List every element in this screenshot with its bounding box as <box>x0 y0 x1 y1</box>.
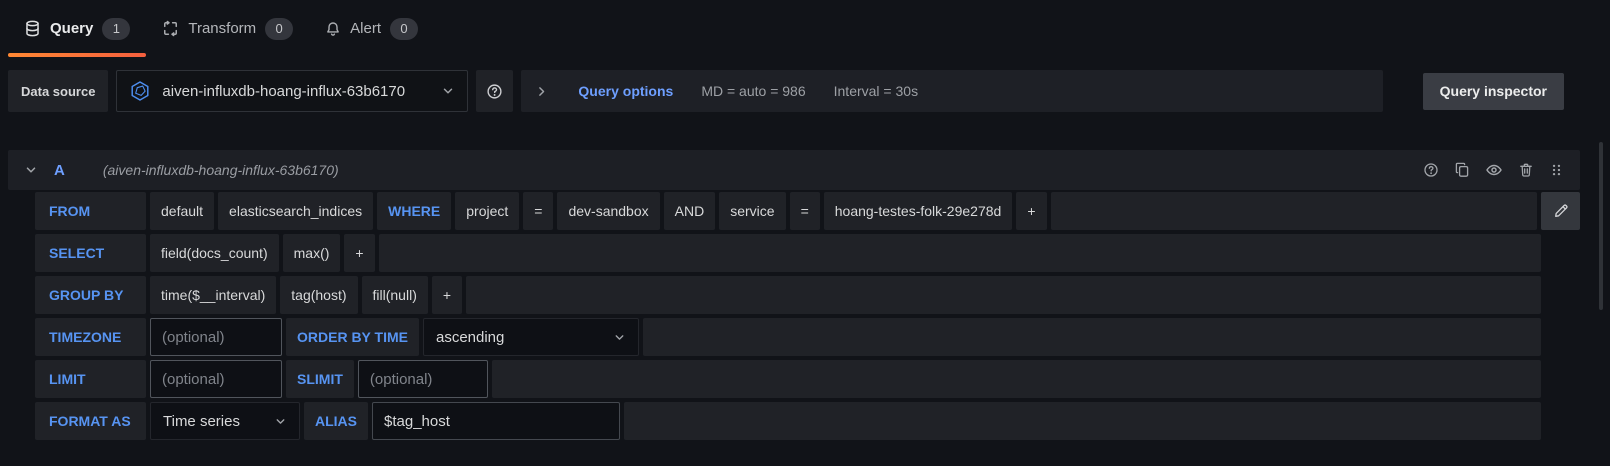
toggle-query-visibility-button[interactable] <box>1485 161 1503 179</box>
influxdb-logo-icon <box>129 80 151 102</box>
where-operator-2-segment[interactable]: = <box>790 192 820 230</box>
group-by-add-part-button[interactable]: + <box>432 276 462 314</box>
group-by-time-segment[interactable]: time($__interval) <box>150 276 276 314</box>
alias-input[interactable] <box>372 402 620 440</box>
timezone-row: TIMEZONE ORDER BY TIME ascending <box>35 318 1541 356</box>
measurement-segment[interactable]: elasticsearch_indices <box>218 192 373 230</box>
select-row: SELECT field(docs_count) max() + <box>35 234 1541 272</box>
query-help-button[interactable] <box>1423 162 1439 178</box>
limit-row: LIMIT SLIMIT <box>35 360 1541 398</box>
retention-policy-segment[interactable]: default <box>150 192 214 230</box>
group-by-fill-segment[interactable]: fill(null) <box>362 276 428 314</box>
alias-label: ALIAS <box>304 402 368 440</box>
group-by-label: GROUP BY <box>35 276 146 314</box>
order-by-time-label: ORDER BY TIME <box>286 318 419 356</box>
query-datasource-hint: (aiven-influxdb-hoang-influx-63b6170) <box>103 162 339 178</box>
query-ref-id: A <box>54 162 65 179</box>
where-condition-segment[interactable]: AND <box>664 192 716 230</box>
tab-alert-label: Alert <box>350 20 381 37</box>
format-as-select[interactable]: Time series <box>150 402 300 440</box>
format-as-value: Time series <box>163 413 240 430</box>
drag-handle-icon <box>1549 162 1564 178</box>
copy-icon <box>1454 162 1470 178</box>
where-tag-value-2-segment[interactable]: hoang-testes-folk-29e278d <box>824 192 1013 230</box>
group-by-row-filler <box>466 276 1541 314</box>
tab-transform-count-badge: 0 <box>265 18 293 40</box>
select-aggregation-segment[interactable]: max() <box>283 234 341 272</box>
from-row-filler <box>1051 192 1538 230</box>
limit-input[interactable] <box>150 360 282 398</box>
tab-query-count-badge: 1 <box>102 18 130 40</box>
datasource-label: Data source <box>8 70 108 112</box>
chevron-down-icon <box>613 331 626 344</box>
timezone-row-filler <box>643 318 1541 356</box>
panel-editor-tab-bar: Query 1 Transform 0 Alert 0 <box>0 0 1610 57</box>
eye-icon <box>1485 161 1503 179</box>
drag-query-handle[interactable] <box>1549 162 1564 178</box>
order-by-time-select[interactable]: ascending <box>423 318 639 356</box>
limit-row-filler <box>492 360 1541 398</box>
delete-query-button[interactable] <box>1518 162 1534 178</box>
query-toolbar: Data source aiven-influxdb-hoang-influx-… <box>8 70 1564 112</box>
influxql-query-builder: FROM default elasticsearch_indices WHERE… <box>35 192 1580 440</box>
format-as-row-filler <box>624 402 1541 440</box>
query-a-header[interactable]: A (aiven-influxdb-hoang-influx-63b6170) <box>8 150 1580 190</box>
datasource-help-button[interactable] <box>476 70 513 112</box>
question-circle-icon <box>486 83 503 100</box>
select-label: SELECT <box>35 234 146 272</box>
max-data-points-value: MD = auto = 986 <box>701 83 805 99</box>
select-row-filler <box>379 234 1541 272</box>
tab-transform-label: Transform <box>188 20 256 37</box>
datasource-name: aiven-influxdb-hoang-influx-63b6170 <box>162 83 430 100</box>
tab-query[interactable]: Query 1 <box>8 0 146 57</box>
timezone-label: TIMEZONE <box>35 318 146 356</box>
from-row: FROM default elasticsearch_indices WHERE… <box>35 192 1580 230</box>
transform-icon <box>162 20 179 37</box>
where-tag-key-2-segment[interactable]: service <box>719 192 785 230</box>
where-operator-1-segment[interactable]: = <box>523 192 553 230</box>
where-add-condition-button[interactable]: + <box>1016 192 1046 230</box>
database-icon <box>24 20 41 37</box>
where-tag-key-1-segment[interactable]: project <box>455 192 519 230</box>
order-by-time-value: ascending <box>436 329 504 346</box>
chevron-right-icon <box>535 85 548 98</box>
query-options-label: Query options <box>578 83 673 99</box>
group-by-row: GROUP BY time($__interval) tag(host) fil… <box>35 276 1541 314</box>
chevron-down-icon[interactable] <box>24 163 38 177</box>
chevron-down-icon <box>441 84 455 98</box>
query-options-bar[interactable]: Query options MD = auto = 986 Interval =… <box>521 70 1382 112</box>
grafana-query-editor-screen: { "tabs": [ { "label": "Query", "count":… <box>0 0 1610 466</box>
tab-alert[interactable]: Alert 0 <box>309 0 434 57</box>
tab-transform[interactable]: Transform 0 <box>146 0 309 57</box>
slimit-label: SLIMIT <box>286 360 354 398</box>
pencil-icon <box>1553 203 1569 219</box>
where-label: WHERE <box>377 192 451 230</box>
select-add-part-button[interactable]: + <box>344 234 374 272</box>
timezone-input[interactable] <box>150 318 282 356</box>
query-inspector-button[interactable]: Query inspector <box>1423 73 1564 110</box>
question-circle-icon <box>1423 162 1439 178</box>
bell-icon <box>325 21 341 37</box>
vertical-scrollbar[interactable] <box>1599 70 1603 466</box>
query-editor-row-a: A (aiven-influxdb-hoang-influx-63b6170) <box>8 150 1580 440</box>
from-label: FROM <box>35 192 146 230</box>
format-as-row: FORMAT AS Time series ALIAS <box>35 402 1541 440</box>
format-as-label: FORMAT AS <box>35 402 146 440</box>
query-header-actions <box>1423 161 1564 179</box>
tab-alert-count-badge: 0 <box>390 18 418 40</box>
where-tag-value-1-segment[interactable]: dev-sandbox <box>557 192 659 230</box>
group-by-tag-segment[interactable]: tag(host) <box>280 276 357 314</box>
tab-query-label: Query <box>50 20 93 37</box>
duplicate-query-button[interactable] <box>1454 162 1470 178</box>
interval-value: Interval = 30s <box>834 83 918 99</box>
datasource-picker[interactable]: aiven-influxdb-hoang-influx-63b6170 <box>116 70 468 112</box>
trash-icon <box>1518 162 1534 178</box>
select-field-segment[interactable]: field(docs_count) <box>150 234 279 272</box>
toggle-text-edit-mode-button[interactable] <box>1541 192 1580 230</box>
limit-label: LIMIT <box>35 360 146 398</box>
chevron-down-icon <box>274 415 287 428</box>
slimit-input[interactable] <box>358 360 488 398</box>
scrollbar-thumb[interactable] <box>1599 142 1603 310</box>
